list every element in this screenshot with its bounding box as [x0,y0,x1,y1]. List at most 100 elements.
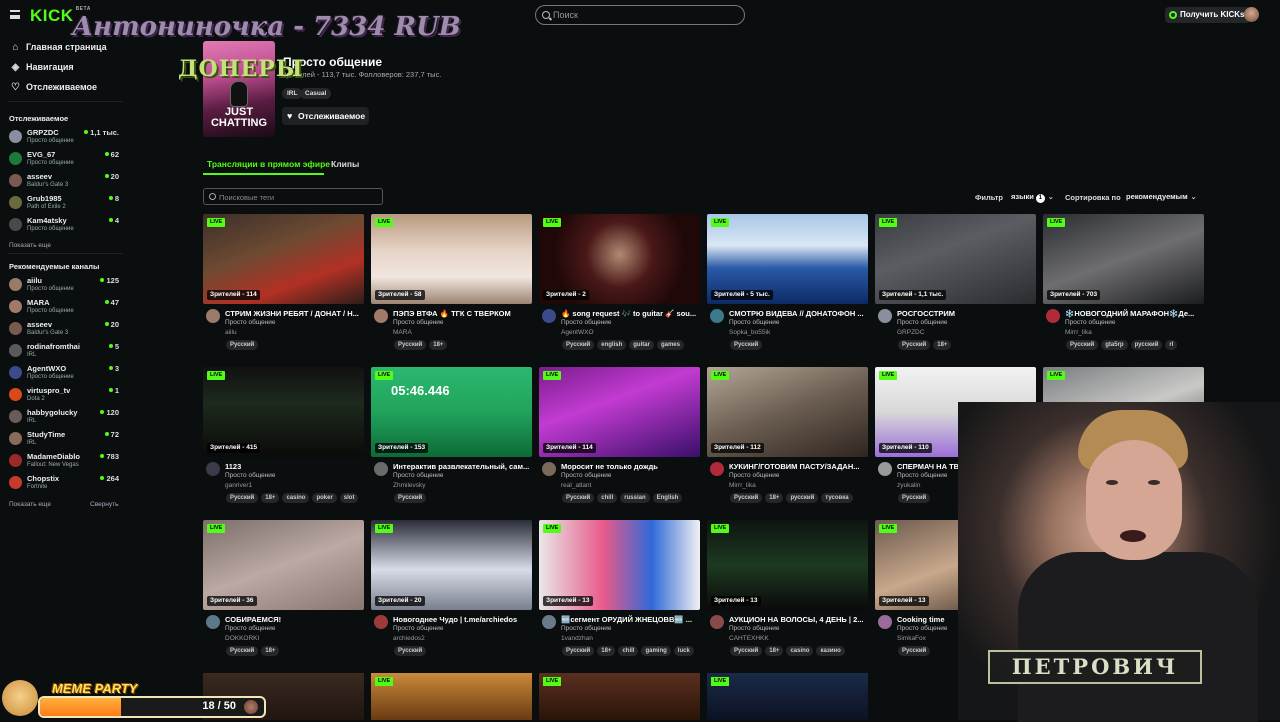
search-bar[interactable] [535,5,745,25]
sidebar-channel-item[interactable]: AgentWXO Просто общение 3 [9,364,121,384]
stream-category[interactable]: Просто общение [729,472,780,479]
stream-thumbnail[interactable]: LIVE Зрителей - 13 [539,520,700,610]
stream-title[interactable]: СМОТРЮ ВИДЕВА // ДОНАТОФОН ... [729,309,867,318]
sidebar-channel-item[interactable]: rodinafromthai IRL 5 [9,342,121,362]
stream-thumbnail[interactable]: LIVE Зрителей - 36 [203,520,364,610]
stream-tag[interactable]: русский [1130,340,1163,350]
stream-tag[interactable]: тусовка [821,493,853,503]
stream-thumbnail[interactable]: LIVE Зрителей - 2 [539,214,700,304]
streamer-avatar[interactable] [878,309,892,323]
stream-card[interactable]: LIVE Зрителей - 58 ПЭПЭ ВТФА 🔥 ТГК С ТВЕРК… [371,214,532,359]
stream-thumbnail-partial[interactable]: LIVE [707,673,868,720]
streamer-avatar[interactable] [542,615,556,629]
stream-tag[interactable]: 18+ [933,340,952,350]
stream-category[interactable]: Просто общение [225,625,276,632]
sidebar-channel-item[interactable]: asseev Baldur's Gate 3 20 [9,172,121,192]
sidebar-channel-item[interactable]: GRPZDC Просто общение 1,1 тыс. [9,128,121,148]
stream-tag[interactable]: Русский [730,340,763,350]
stream-tag[interactable]: slot [339,493,359,503]
stream-title[interactable]: СОБИРАЕМСЯ! [225,615,363,624]
tag-search-input[interactable] [219,191,379,203]
stream-tag[interactable]: 18+ [261,493,280,503]
stream-title[interactable]: Новогоднее Чудо | t.me/archiedos [393,615,531,624]
sidebar-channel-item[interactable]: MadameDiablo Fallout: New Vegas 783 [9,452,121,472]
category-tag[interactable]: Casual [300,88,332,99]
sidebar-channel-item[interactable]: aiilu Просто общение 125 [9,276,121,296]
stream-tag[interactable]: Русский [226,646,259,656]
stream-tag[interactable]: Русский [1066,340,1099,350]
stream-title[interactable]: 🆕сегмент ОРУДИЙ ЖНЕЦОВВ🆕 ... [561,615,699,624]
stream-tag[interactable]: russian [620,493,650,503]
nav-following[interactable]: ♡ Отслеживаемое [10,80,97,94]
stream-channel-name[interactable]: archiedos2 [393,635,425,642]
follow-category-button[interactable]: ♥ Отслеживаемое [282,107,369,125]
following-show-more[interactable]: Показать еще [9,242,51,249]
stream-category[interactable]: Просто общение [225,319,276,326]
tag-search-box[interactable] [203,188,383,205]
stream-tag[interactable]: 18+ [765,493,784,503]
stream-tag[interactable]: Русский [898,340,931,350]
stream-title[interactable]: Моросит не только дождь [561,462,699,471]
tab-clips[interactable]: Клипы [331,159,359,169]
stream-category[interactable]: Просто общение [561,472,612,479]
stream-thumbnail-partial[interactable]: LIVE [371,673,532,720]
search-input[interactable] [553,8,738,22]
stream-tag[interactable]: Русский [394,493,427,503]
streamer-avatar[interactable] [374,615,388,629]
stream-title[interactable]: Интерактив развлекательный, сам... [393,462,531,471]
sidebar-channel-item[interactable]: Kam4atsky Просто общение 4 [9,216,121,236]
user-avatar[interactable] [1244,7,1259,22]
stream-channel-name[interactable]: real_atlant [561,482,591,489]
stream-category[interactable]: Просто общение [393,625,444,632]
stream-category[interactable]: Просто общение [225,472,276,479]
stream-thumbnail[interactable]: LIVE Зрителей - 703 [1043,214,1204,304]
stream-title[interactable]: АУКЦИОН НА ВОЛОСЫ, 4 ДЕНЬ | 2... [729,615,867,624]
stream-channel-name[interactable]: ganriver1 [225,482,252,489]
stream-channel-name[interactable]: CAHTEXHKK [729,635,769,642]
sort-dropdown[interactable]: рекомендуемым ⌄ [1122,189,1200,204]
streamer-avatar[interactable] [206,309,220,323]
stream-title[interactable]: РОСГОССТРИМ [897,309,1035,318]
stream-tag[interactable]: казино [816,646,845,656]
stream-category[interactable]: Просто общение [897,625,948,632]
stream-channel-name[interactable]: DOKKORKI [225,635,259,642]
get-kicks-button[interactable]: Получить KICKs [1165,7,1250,23]
stream-tag[interactable]: rl [1165,340,1178,350]
stream-thumbnail[interactable]: LIVE Зрителей - 114 [203,214,364,304]
stream-tag[interactable]: casino [282,493,310,503]
stream-channel-name[interactable]: zyukalin [897,482,920,489]
stream-category[interactable]: Просто общение [561,625,612,632]
stream-channel-name[interactable]: AgentWXO [561,329,594,336]
stream-channel-name[interactable]: MARA [393,329,412,336]
stream-tag[interactable]: русский [786,493,819,503]
stream-thumbnail[interactable]: LIVE Зрителей - 112 [707,367,868,457]
streamer-avatar[interactable] [542,462,556,476]
stream-category[interactable]: Просто общение [393,319,444,326]
stream-tag[interactable]: gaming [641,646,671,656]
stream-tag[interactable]: 18+ [597,646,616,656]
stream-tag[interactable]: Русский [730,646,763,656]
collapse-button[interactable]: Свернуть [90,501,119,508]
stream-tag[interactable]: Русский [226,493,259,503]
stream-tag[interactable]: 18+ [429,340,448,350]
sidebar-channel-item[interactable]: Grub1985 Path of Exile 2 8 [9,194,121,214]
stream-title[interactable]: 🔥 song request 🎶 to guitar 🎸 sou... [561,309,699,318]
sidebar-channel-item[interactable]: StudyTime IRL 72 [9,430,121,450]
hamburger-menu-icon[interactable] [10,10,20,19]
stream-category[interactable]: Просто общение [561,319,612,326]
streamer-avatar[interactable] [878,462,892,476]
stream-title[interactable]: СТРИМ ЖИЗНИ РЕБЯТ / ДОНАТ / Н... [225,309,363,318]
stream-category[interactable]: Просто общение [729,319,780,326]
streamer-avatar[interactable] [206,462,220,476]
stream-channel-name[interactable]: SimkaFox [897,635,926,642]
streamer-avatar[interactable] [710,462,724,476]
stream-card[interactable]: LIVE Зрителей - 703 ❄️НОВОГОДНИЙ МАРАФОН❄️… [1043,214,1204,359]
sidebar-channel-item[interactable]: virtuspro_tv Dota 2 1 [9,386,121,406]
stream-card[interactable]: LIVE Зрителей - 5 тыс. СМОТРЮ ВИДЕВА // ДО… [707,214,868,359]
stream-tag[interactable]: Русский [562,646,595,656]
streamer-avatar[interactable] [878,615,892,629]
sidebar-channel-item[interactable]: habbygolucky IRL 120 [9,408,121,428]
stream-tag[interactable]: gta5rp [1101,340,1128,350]
stream-tag[interactable]: casino [786,646,814,656]
stream-card[interactable]: LIVE Зрителей - 114 Моросит не только дожд… [539,367,700,512]
